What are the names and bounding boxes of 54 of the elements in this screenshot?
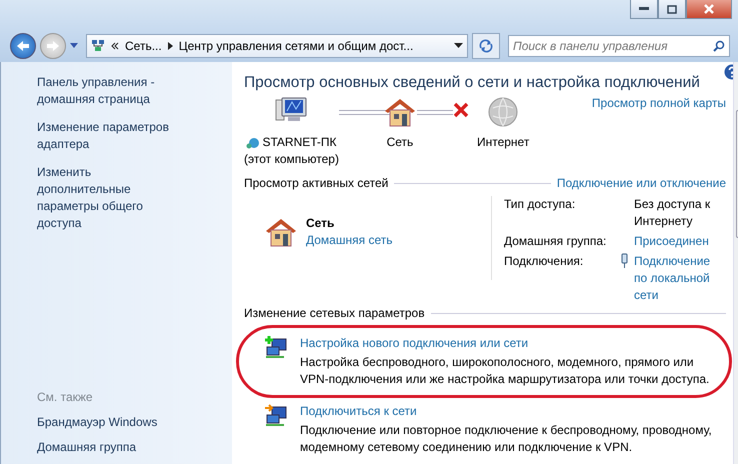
see-also-heading: См. также [37, 389, 94, 406]
close-icon [704, 4, 714, 14]
sidebar-link[interactable]: Домашняя группа [37, 439, 187, 456]
network-task-icon [264, 403, 288, 427]
refresh-button[interactable] [472, 33, 500, 59]
connect-disconnect-link[interactable]: Подключение или отключение [556, 176, 726, 190]
node-label: Сеть [386, 134, 414, 151]
section-heading: Изменение сетевых параметров [244, 306, 425, 320]
task-link[interactable]: Подключиться к сети [300, 403, 720, 420]
separator-arrow-icon [168, 42, 173, 50]
back-button[interactable] [10, 33, 36, 59]
section-heading: Просмотр активных сетей [244, 176, 388, 190]
search-field[interactable]: Поиск в панели управления [508, 35, 730, 57]
detail-link[interactable]: Присоединен [634, 233, 726, 252]
task-link[interactable]: Настройка нового подключения или сети [300, 335, 720, 352]
minimize-icon [639, 7, 649, 11]
search-icon [713, 40, 725, 52]
detail-value: Без доступа к Интернету [634, 196, 712, 230]
sidebar-link[interactable]: Изменение параметров адаптера [37, 119, 187, 153]
node-label: Интернет [476, 134, 530, 151]
detail-label: Подключения: [504, 253, 584, 270]
maximize-button[interactable] [658, 0, 686, 19]
network-name: Сеть [306, 216, 336, 230]
task-description: Настройка беспроводного, широкополосного, модемного, прямого или VPN-подключения или же настройка маршрутизатора или точки доступа. [300, 354, 710, 388]
task-description: Подключение или повторное подключение к беспроводному, проводному, модемному сетевому соединению или подключение к VPN. [300, 422, 713, 456]
network-task-icon [264, 335, 288, 359]
network-type-link[interactable]: Домашняя сеть [306, 233, 392, 247]
chevron-icon [111, 42, 119, 50]
page-title: Просмотр основных сведений о сети и настройка подключений [244, 74, 701, 92]
close-button[interactable] [686, 0, 732, 19]
adapter-icon [620, 253, 629, 269]
network-icon [91, 39, 105, 53]
globe-icon [487, 96, 520, 128]
address-bar[interactable]: Сеть... Центр управления сетями и общим дост... [86, 34, 468, 58]
maximize-icon [667, 4, 677, 14]
refresh-icon [478, 39, 494, 53]
forward-arrow-icon [46, 40, 60, 52]
detail-link[interactable]: Подключение по локальной сети [634, 253, 726, 306]
breadcrumb[interactable]: Центр управления сетями и общим дост... [178, 39, 414, 53]
back-arrow-icon [16, 40, 30, 52]
detail-label: Тип доступа: [504, 196, 576, 213]
full-map-link[interactable]: Просмотр полной карты [592, 96, 726, 110]
house-icon [264, 216, 298, 248]
disconnected-x-icon [452, 102, 469, 118]
house-icon [382, 96, 417, 128]
breadcrumb[interactable]: Сеть... [125, 39, 162, 53]
sidebar-link[interactable]: Изменить дополнительные параметры общего доступа [37, 164, 187, 232]
detail-label: Домашняя группа: [504, 233, 608, 250]
node-sublabel: (этот компьютер) [244, 151, 339, 168]
sidebar-link[interactable]: Панель управления - домашняя страница [37, 74, 187, 108]
minimize-button[interactable] [630, 0, 658, 19]
node-label: STARNET-ПК [262, 134, 337, 151]
dropdown-arrow-icon[interactable] [454, 43, 463, 49]
sidebar-link[interactable]: Брандмауэр Windows [37, 414, 187, 431]
